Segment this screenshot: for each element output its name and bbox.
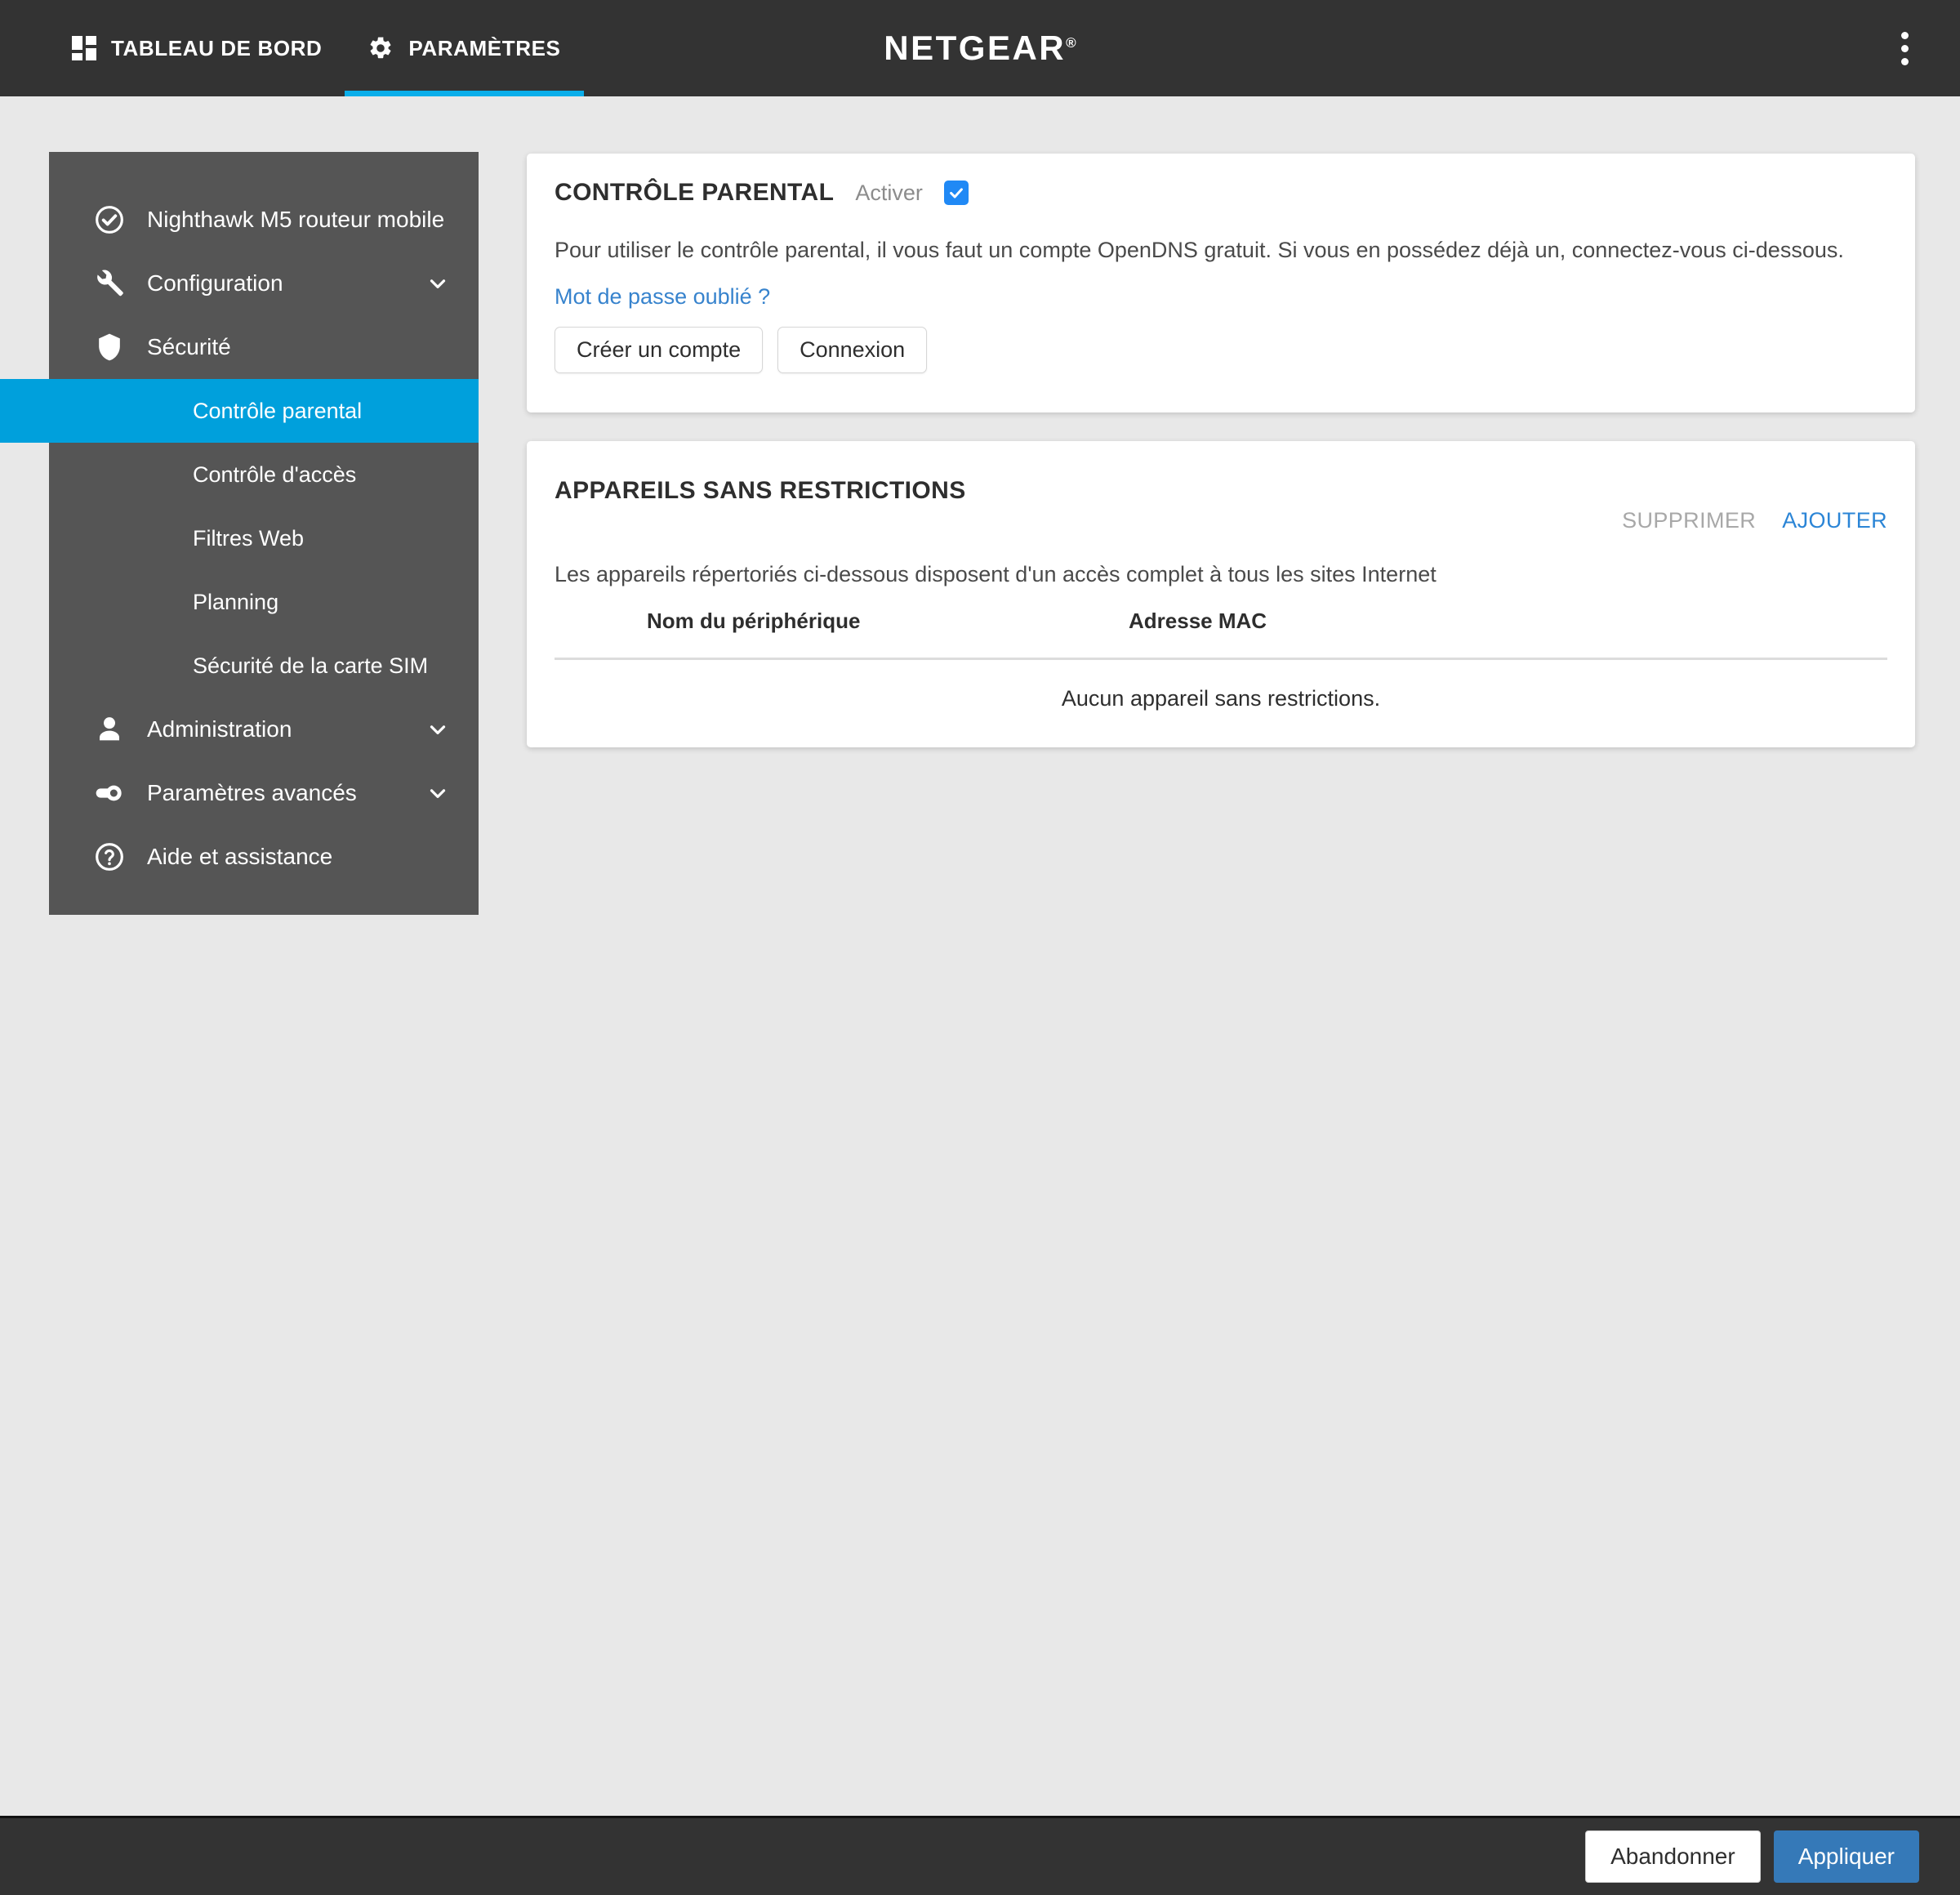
sidebar-item-sim-security[interactable]: Sécurité de la carte SIM [49,634,479,698]
parental-control-title: CONTRÔLE PARENTAL [555,179,835,206]
sidebar: Nighthawk M5 routeur mobile Configuratio… [0,152,479,915]
gear-icon [368,35,394,61]
login-button[interactable]: Connexion [777,327,928,373]
person-icon [93,713,129,746]
enable-label: Activer [855,180,923,205]
sidebar-item-administration-label: Administration [147,716,292,742]
create-account-button[interactable]: Créer un compte [555,327,764,373]
dashboard-grid-icon [72,36,96,60]
kebab-menu-icon[interactable] [1888,26,1921,70]
sidebar-item-help-label: Aide et assistance [147,844,333,869]
brand-name: NETGEAR [884,29,1067,67]
column-header-device-name: Nom du périphérique [647,609,861,633]
add-device-button[interactable]: AJOUTER [1782,508,1887,533]
forgot-password-link[interactable]: Mot de passe oublié ? [555,284,770,310]
sidebar-item-web-filters-label: Filtres Web [193,525,305,551]
sidebar-item-advanced-settings-label: Paramètres avancés [147,780,357,805]
parental-control-header: CONTRÔLE PARENTAL Activer [555,179,969,207]
sidebar-item-configuration-label: Configuration [147,270,283,296]
unrestricted-devices-title: APPAREILS SANS RESTRICTIONS [555,477,966,504]
top-navigation-bar: TABLEAU DE BORD PARAMÈTRES NETGEAR® [0,0,1960,96]
sidebar-item-device[interactable]: Nighthawk M5 routeur mobile [49,188,479,252]
wrench-icon [93,267,129,300]
sidebar-item-parental-control[interactable]: Contrôle parental [0,379,479,443]
sidebar-item-security[interactable]: Sécurité [49,315,479,379]
sidebar-item-security-label: Sécurité [147,334,231,359]
chevron-down-icon[interactable] [425,716,451,742]
sidebar-item-planning[interactable]: Planning [49,570,479,634]
sidebar-item-device-label: Nighthawk M5 routeur mobile [147,207,445,232]
parental-control-card: CONTRÔLE PARENTAL Activer Pour utiliser … [527,154,1915,412]
parental-control-button-group: Créer un compte Connexion [555,327,928,373]
help-circle-icon [93,840,129,873]
footer-action-bar: Abandonner Appliquer [0,1816,1960,1895]
delete-device-button[interactable]: SUPPRIMER [1622,508,1756,533]
sidebar-item-administration[interactable]: Administration [49,698,479,761]
nav-tab-list: TABLEAU DE BORD PARAMÈTRES [49,0,584,96]
cancel-button[interactable]: Abandonner [1585,1830,1761,1883]
tab-dashboard-label: TABLEAU DE BORD [111,35,323,60]
devices-table-header: Nom du périphérique Adresse MAC [555,609,1887,643]
sidebar-item-help[interactable]: Aide et assistance [49,825,479,889]
enable-parental-control-checkbox[interactable] [943,181,969,205]
devices-action-group: SUPPRIMER AJOUTER [1622,508,1887,533]
app-root: TABLEAU DE BORD PARAMÈTRES NETGEAR® Nigh… [0,0,1960,1895]
table-divider [555,658,1887,660]
tab-settings-label: PARAMÈTRES [408,35,561,60]
sidebar-item-advanced-settings[interactable]: Paramètres avancés [49,761,479,825]
sidebar-item-parental-control-label: Contrôle parental [193,398,363,423]
sidebar-item-planning-label: Planning [193,589,279,614]
chevron-down-icon[interactable] [425,780,451,806]
apply-button[interactable]: Appliquer [1773,1830,1919,1883]
parental-control-description: Pour utiliser le contrôle parental, il v… [555,238,1844,262]
shield-icon [93,331,129,363]
tab-settings[interactable]: PARAMÈTRES [345,0,584,96]
unrestricted-devices-card: APPAREILS SANS RESTRICTIONS SUPPRIMER AJ… [527,441,1915,747]
toggle-switch-icon [93,777,129,809]
brand-registered-mark: ® [1066,35,1076,51]
devices-empty-message: Aucun appareil sans restrictions. [1061,686,1381,711]
sidebar-item-access-control[interactable]: Contrôle d'accès [49,443,479,506]
chevron-down-icon[interactable] [425,270,451,297]
sidebar-item-access-control-label: Contrôle d'accès [193,461,357,487]
tab-dashboard[interactable]: TABLEAU DE BORD [49,0,345,96]
sidebar-item-sim-security-label: Sécurité de la carte SIM [193,653,429,678]
sidebar-item-configuration[interactable]: Configuration [49,252,479,315]
check-circle-icon [93,203,129,236]
unrestricted-devices-description: Les appareils répertoriés ci-dessous dis… [555,562,1437,586]
column-header-mac-address: Adresse MAC [1129,609,1267,633]
sidebar-item-web-filters[interactable]: Filtres Web [49,506,479,570]
